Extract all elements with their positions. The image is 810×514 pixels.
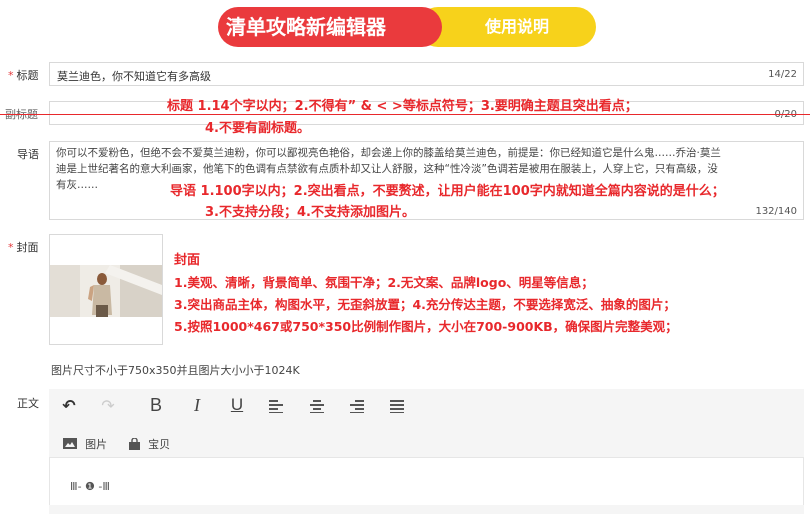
- cover-label: * 封面: [8, 239, 39, 255]
- image-label: 图片: [85, 438, 108, 451]
- redo-icon[interactable]: ↷: [96, 396, 120, 415]
- intro-line: 迪是上世纪著名的意大利画家，他笔下的色调有点禁欲有点质朴却又让人舒服，这种“性冷…: [56, 163, 718, 175]
- underline-button[interactable]: U: [225, 395, 249, 415]
- intro-line: 你可以不爱粉色，但绝不会不爱莫兰迪粉，你可以鄙视亮色艳俗，却会递上你的膝盖给莫兰…: [56, 147, 721, 159]
- editor-title: 清单攻略新编辑器: [218, 7, 442, 47]
- title-label: * 标题: [8, 67, 39, 83]
- cover-size-hint: 图片尺寸不小于750x350并且图片大小小于1024K: [51, 364, 300, 377]
- required-mark: *: [8, 69, 14, 82]
- cover-label-text: 封面: [16, 241, 39, 254]
- body-label: 正文: [17, 397, 39, 410]
- insert-image-button[interactable]: 图片: [63, 433, 107, 452]
- editor-content[interactable]: Ⅲ- ❶ -Ⅲ: [49, 457, 804, 505]
- intro-rules-line2: 3.不支持分段；4.不支持添加图片。: [205, 205, 415, 220]
- item-label: 宝贝: [148, 438, 171, 451]
- cover-upload[interactable]: [49, 234, 163, 345]
- cover-image: [50, 265, 162, 317]
- bold-button[interactable]: B: [144, 395, 168, 416]
- intro-char-count: 132/140: [755, 206, 797, 217]
- title-label-text: 标题: [16, 69, 39, 82]
- intro-rules-line1: 导语 1.100字以内；2.突出看点，不要赘述，让用户能在100字内就知道全篇内…: [170, 184, 725, 199]
- cover-rules-title: 封面: [174, 253, 201, 268]
- title-char-count: 14/22: [768, 69, 797, 80]
- cover-rules-line1: 1.美观、清晰，背景简单、氛围干净；2.无文案、品牌logo、明星等信息；: [174, 275, 594, 290]
- title-input[interactable]: 莫兰迪色，你不知道它有多高级 14/22: [49, 62, 804, 86]
- editor-content-text: Ⅲ- ❶ -Ⅲ: [70, 480, 110, 493]
- align-center-icon[interactable]: [310, 399, 324, 413]
- italic-button[interactable]: I: [185, 395, 209, 416]
- insert-item-button[interactable]: 宝贝: [129, 433, 170, 452]
- bag-icon: [129, 436, 140, 450]
- title-value: 莫兰迪色，你不知道它有多高级: [57, 70, 211, 83]
- required-mark: *: [8, 241, 14, 254]
- strike-line: [0, 114, 810, 115]
- align-left-icon[interactable]: [269, 399, 283, 413]
- image-icon: [63, 438, 77, 449]
- undo-icon[interactable]: ↶: [57, 396, 81, 415]
- align-right-icon[interactable]: [350, 399, 364, 413]
- cover-rules-line3: 5.按照1000*467或750*350比例制作图片，大小在700-900KB，…: [174, 319, 678, 334]
- help-button[interactable]: 使用说明: [418, 7, 596, 47]
- intro-label: 导语: [17, 148, 39, 161]
- align-justify-icon[interactable]: [390, 399, 404, 413]
- title-rules-line2: 4.不要有副标题。: [205, 121, 310, 136]
- header-banner: 使用说明 清单攻略新编辑器: [218, 7, 598, 47]
- cover-rules-line2: 3.突出商品主体，构图水平，无歪斜放置；4.充分传达主题，不要选择宽泛、抽象的图…: [174, 297, 676, 312]
- title-rules-line1: 标题 1.14个字以内；2.不得有” & < >等标点符号；3.要明确主题且突出…: [167, 99, 638, 114]
